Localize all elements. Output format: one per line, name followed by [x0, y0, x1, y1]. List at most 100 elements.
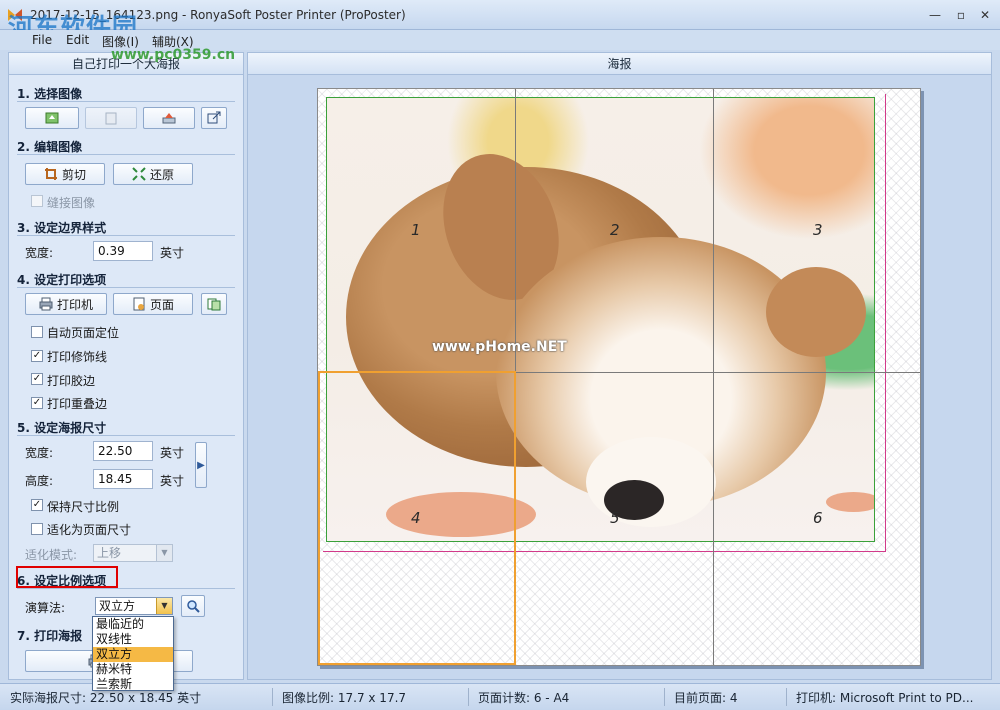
- status-page-count: 页面计数: 6 - A4: [478, 691, 570, 705]
- crop-button[interactable]: 剪切: [25, 163, 105, 185]
- printer-button[interactable]: 打印机: [25, 293, 107, 315]
- poster-height-label: 高度:: [25, 474, 54, 488]
- print-glue-checkbox[interactable]: ✓: [31, 373, 43, 385]
- close-button[interactable]: ✕: [976, 7, 994, 23]
- algorithm-option[interactable]: 兰索斯: [93, 677, 173, 692]
- page-setup-button[interactable]: 页面: [113, 293, 193, 315]
- maximize-button[interactable]: ▫: [952, 7, 970, 23]
- status-separator: [468, 688, 469, 706]
- keep-ratio-checkbox[interactable]: ✓: [31, 499, 43, 511]
- scanner-icon: [162, 113, 176, 124]
- border-width-unit: 英寸: [160, 246, 185, 260]
- keep-ratio-label: 保持尺寸比例: [47, 500, 120, 514]
- fit-mode-value: 上移: [97, 546, 122, 560]
- right-panel: 海报 1 2 3 4 5 6 www.pHome.NET: [247, 52, 992, 680]
- printer-label: 打印机: [56, 297, 93, 312]
- status-separator: [664, 688, 665, 706]
- printer-icon: [39, 297, 53, 311]
- page-layout-button[interactable]: [201, 293, 227, 315]
- section-divider: [17, 101, 235, 102]
- page-number: 3: [813, 221, 823, 239]
- section-edit-image: 2. 编辑图像: [17, 140, 83, 154]
- algorithm-label: 演算法:: [25, 601, 66, 615]
- algorithm-value: 双立方: [99, 599, 136, 613]
- page-number: 5: [610, 509, 620, 527]
- print-trim-checkbox[interactable]: ✓: [31, 350, 43, 362]
- poster-width-unit: 英寸: [160, 446, 185, 460]
- status-current-page: 目前页面: 4: [674, 691, 738, 705]
- fit-mode-select[interactable]: 上移 ▼: [93, 544, 173, 562]
- export-button[interactable]: [201, 107, 227, 129]
- section-border-style: 3. 设定边界样式: [17, 221, 107, 235]
- print-overlap-label: 打印重叠边: [47, 397, 108, 411]
- page-number: 6: [813, 509, 823, 527]
- section-divider: [17, 287, 235, 288]
- fit-mode-label: 适化模式:: [25, 548, 78, 562]
- page-number: 2: [610, 221, 620, 239]
- crop-icon: [44, 168, 57, 180]
- clipboard-icon: [105, 112, 117, 125]
- border-width-label: 宽度:: [25, 246, 54, 260]
- menu-file[interactable]: File: [32, 33, 52, 47]
- scan-image-button[interactable]: [143, 107, 195, 129]
- crop-label: 剪切: [61, 167, 86, 182]
- page-number: 1: [411, 221, 421, 239]
- url-watermark: www.pc0359.cn: [111, 47, 236, 63]
- open-image-button[interactable]: [25, 107, 79, 129]
- restore-icon: [132, 167, 146, 181]
- stitch-image-label: 缝接图像: [47, 196, 96, 210]
- poster-preview[interactable]: 1 2 3 4 5 6 www.pHome.NET: [317, 88, 921, 666]
- status-printer: 打印机: Microsoft Print to PD...: [796, 691, 974, 705]
- algorithm-option[interactable]: 赫米特: [93, 662, 173, 677]
- section-divider: [17, 588, 235, 589]
- menu-edit[interactable]: Edit: [66, 33, 89, 47]
- fit-page-label: 适化为页面尺寸: [47, 523, 132, 537]
- section-divider: [17, 154, 235, 155]
- algorithm-dropdown[interactable]: 最临近的 双线性 双立方 赫米特 兰索斯: [92, 616, 174, 691]
- status-image-ratio: 图像比例: 17.7 x 17.7: [282, 691, 407, 705]
- stitch-image-checkbox[interactable]: [31, 195, 43, 207]
- page-divider-vertical: [713, 89, 714, 665]
- image-watermark: www.pHome.NET: [432, 339, 567, 355]
- border-width-input[interactable]: 0.39: [93, 241, 153, 261]
- paste-image-button[interactable]: [85, 107, 137, 129]
- section-print-options: 4. 设定打印选项: [17, 273, 107, 287]
- expand-size-button[interactable]: ▶: [195, 442, 207, 488]
- chevron-right-icon: ▶: [197, 459, 205, 471]
- page-number: 4: [411, 509, 421, 527]
- poster-width-label: 宽度:: [25, 446, 54, 460]
- algorithm-option[interactable]: 最临近的: [93, 617, 173, 632]
- chevron-down-icon: ▼: [156, 545, 172, 561]
- title-bar: 2017-12-15_164123.png - RonyaSoft Poster…: [0, 0, 1000, 42]
- poster-width-input[interactable]: 22.50: [93, 441, 153, 461]
- auto-position-checkbox[interactable]: [31, 326, 43, 338]
- page-icon: [133, 297, 145, 311]
- section-divider: [17, 235, 235, 236]
- annotation-highlight: [16, 566, 118, 588]
- fit-page-checkbox[interactable]: [31, 523, 43, 535]
- section-print-poster: 7. 打印海报: [17, 629, 83, 643]
- algorithm-select[interactable]: 双立方 ▼: [95, 597, 173, 615]
- external-link-icon: [207, 111, 221, 124]
- algorithm-option-selected[interactable]: 双立方: [93, 647, 173, 662]
- minimize-button[interactable]: —: [926, 7, 944, 23]
- print-glue-label: 打印胶边: [47, 374, 96, 388]
- status-separator: [786, 688, 787, 706]
- print-overlap-checkbox[interactable]: ✓: [31, 397, 43, 409]
- preview-zoom-button[interactable]: [181, 595, 205, 617]
- status-separator: [272, 688, 273, 706]
- print-trim-label: 打印修饰线: [47, 350, 108, 364]
- section-select-image: 1. 选择图像: [17, 87, 83, 101]
- algorithm-option[interactable]: 双线性: [93, 632, 173, 647]
- poster-height-input[interactable]: 18.45: [93, 469, 153, 489]
- chevron-down-icon: ▼: [156, 598, 172, 614]
- poster-height-unit: 英寸: [160, 474, 185, 488]
- page-setup-label: 页面: [149, 297, 174, 312]
- section-divider: [17, 435, 235, 436]
- restore-label: 还原: [149, 167, 174, 182]
- magnifier-icon: [187, 600, 200, 613]
- restore-button[interactable]: 还原: [113, 163, 193, 185]
- open-image-icon: [45, 112, 59, 124]
- section-poster-size: 5. 设定海报尺寸: [17, 421, 107, 435]
- auto-position-label: 自动页面定位: [47, 326, 120, 340]
